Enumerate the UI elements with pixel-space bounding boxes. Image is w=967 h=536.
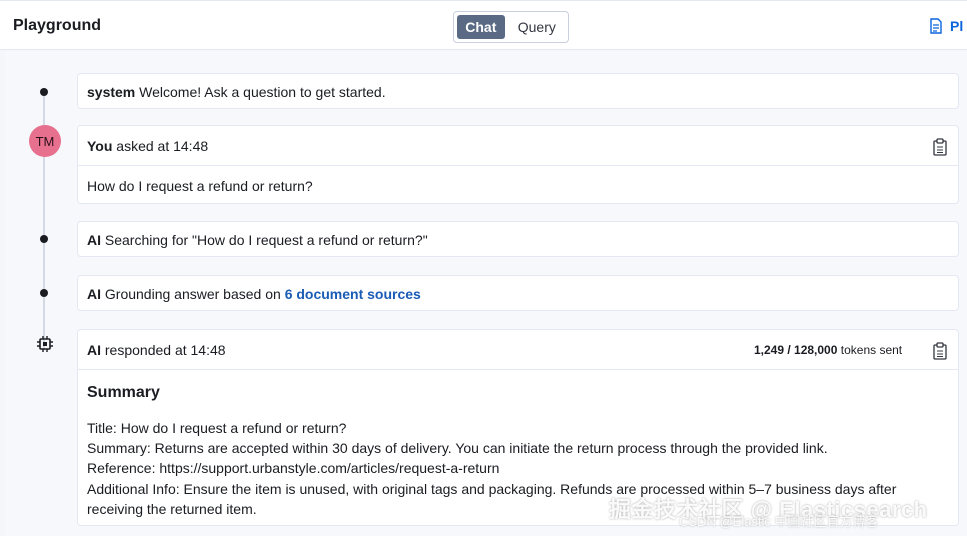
tab-query[interactable]: Query: [509, 15, 565, 39]
user-message: You asked at 14:48 How do I request a re…: [77, 125, 959, 204]
response-line: Title: How do I request a refund or retu…: [87, 420, 347, 436]
grounding-text: Grounding answer based on: [104, 286, 285, 302]
user-sender: You: [87, 138, 113, 154]
user-question: How do I request a refund or return?: [87, 178, 313, 194]
timeline-dot: [40, 235, 48, 243]
ai-meta: responded at 14:48: [104, 342, 226, 358]
copy-icon[interactable]: [932, 342, 948, 360]
summary-heading: Summary: [87, 384, 160, 401]
copy-icon[interactable]: [932, 138, 948, 156]
search-sender: AI: [87, 232, 101, 248]
search-text: Searching for "How do I request a refund…: [104, 232, 428, 248]
grounding-step: AI Grounding answer based on 6 document …: [77, 275, 959, 311]
system-sender: system: [87, 84, 136, 100]
tokens-sent: 1,249 / 128,000 tokens sent: [754, 343, 902, 357]
response-line: receiving the returned item.: [87, 501, 257, 517]
tokens-count: 1,249 / 128,000: [754, 343, 838, 357]
top-bar: Playground Chat Query Pl: [0, 0, 967, 50]
chip-icon: [37, 336, 53, 352]
system-text: Welcome! Ask a question to get started.: [139, 84, 386, 100]
grounding-sender: AI: [87, 286, 101, 302]
ai-response-header: AI responded at 14:48 1,249 / 128,000 to…: [78, 330, 958, 370]
user-message-header: You asked at 14:48: [78, 126, 958, 166]
timeline-dot: [40, 289, 48, 297]
avatar: TM: [29, 125, 61, 157]
timeline-dot: [40, 88, 48, 96]
playground-menu-label: Pl: [950, 18, 964, 34]
document-icon: [930, 18, 942, 34]
ai-sender: AI: [87, 342, 101, 358]
mode-switch: Chat Query: [453, 11, 569, 43]
search-step: AI Searching for "How do I request a ref…: [77, 221, 959, 257]
page-title: Playground: [13, 17, 102, 34]
document-sources-link[interactable]: 6 document sources: [285, 286, 421, 302]
playground-menu-button[interactable]: Pl: [929, 18, 963, 34]
system-message: system Welcome! Ask a question to get st…: [77, 73, 959, 109]
response-line: Summary: Returns are accepted within 30 …: [87, 440, 828, 456]
user-meta: asked at 14:48: [116, 138, 209, 154]
watermark-secondary: CSDN @Elastic 中国社区官方博客: [679, 514, 879, 529]
response-line: Reference: https://support.urbanstyle.co…: [87, 460, 500, 476]
tokens-suffix: tokens sent: [840, 343, 903, 357]
tab-chat[interactable]: Chat: [457, 15, 505, 39]
